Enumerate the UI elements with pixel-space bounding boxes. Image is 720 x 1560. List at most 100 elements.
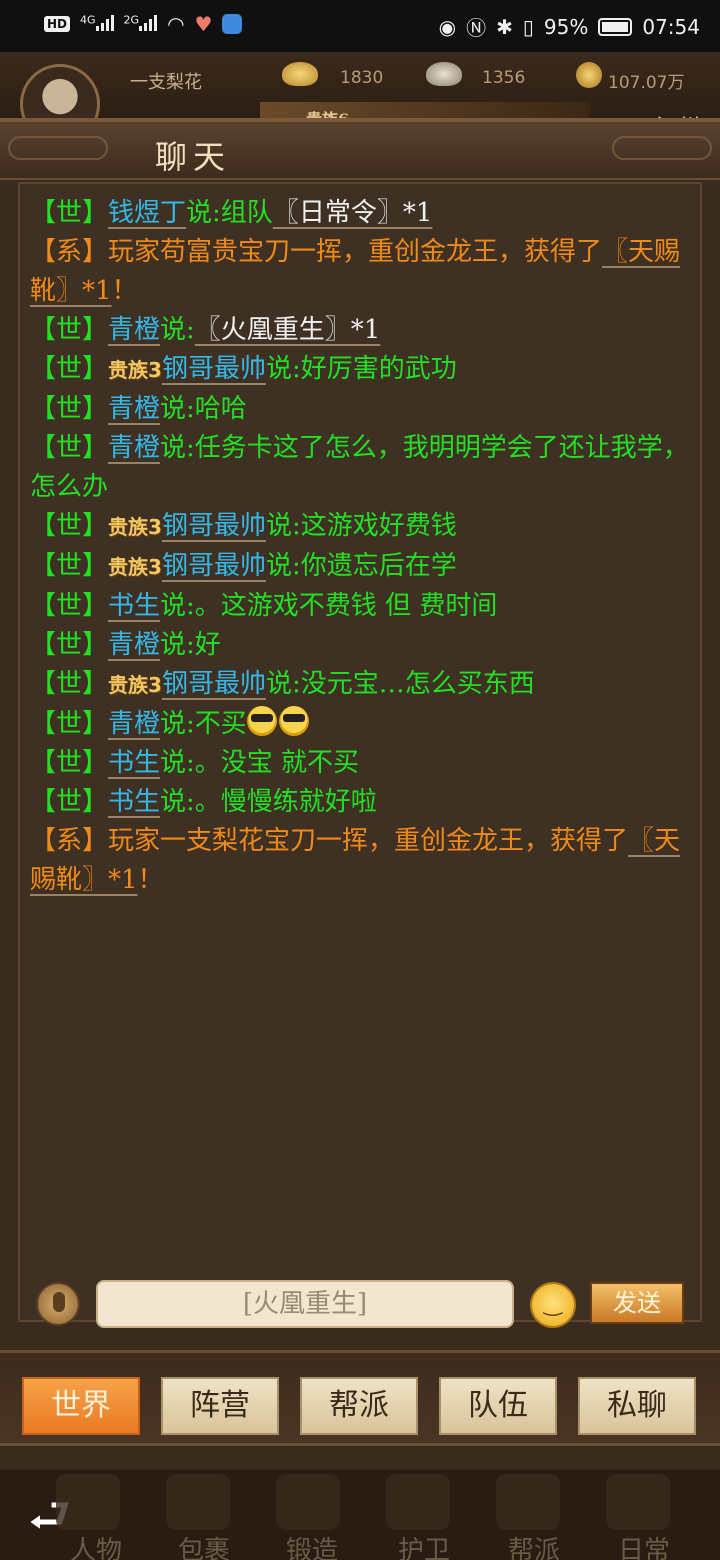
channel-tag: 【世】	[30, 354, 109, 384]
sunglasses-emoji-icon	[246, 706, 277, 736]
player-name-link[interactable]: 钢哥最帅	[162, 551, 266, 581]
bluetooth-icon: ✱	[496, 14, 513, 39]
gold-ingot-count: 1830	[340, 68, 384, 88]
guard-icon	[386, 1474, 450, 1530]
player-name-link[interactable]: 书生	[108, 748, 160, 778]
chat-message: 【系】玩家苟富贵宝刀一挥，重创金龙王，获得了〖天赐靴〗*1！	[30, 233, 690, 311]
player-name-link[interactable]: 钢哥最帅	[162, 354, 266, 384]
page-title: 聊天	[155, 138, 232, 176]
chat-message: 【世】书生说:。没宝 就不买	[30, 744, 690, 783]
silver-ingot-count: 1356	[482, 68, 526, 88]
said-label: 说:	[160, 394, 195, 424]
nav-forge[interactable]: 锻造	[286, 1530, 338, 1560]
said-label: 说:	[265, 669, 301, 699]
player-name-link[interactable]: 书生	[108, 591, 160, 621]
message-text: 玩家苟富贵宝刀一挥，重创金龙王，获得了	[108, 237, 603, 267]
tab-world[interactable]: 世界	[22, 1377, 140, 1435]
said-label: 说:	[160, 630, 195, 660]
chat-log[interactable]: 【世】钱煜丁说:组队〖日常令〗*1 【系】玩家苟富贵宝刀一挥，重创金龙王，获得了〖…	[18, 182, 702, 1322]
tab-camp[interactable]: 阵营	[161, 1377, 279, 1435]
chat-input[interactable]: [火凰重生]	[96, 1280, 514, 1328]
chat-panel: 聊天 【世】钱煜丁说:组队〖日常令〗*1 【系】玩家苟富贵宝刀一挥，重创金龙王，获…	[0, 118, 720, 1470]
tab-guild[interactable]: 帮派	[300, 1377, 418, 1435]
silver-ingot-icon	[426, 62, 462, 86]
chat-message: 【世】贵族3钢哥最帅说:没元宝…怎么买东西	[30, 665, 690, 705]
noble-badge: 贵族3	[108, 555, 162, 579]
app-notification-icon	[222, 14, 243, 34]
battery-icon	[598, 17, 633, 36]
chat-message: 【世】贵族3钢哥最帅说:你遗忘后在学	[30, 547, 690, 587]
chat-message: 【世】书生说:。慢慢练就好啦	[30, 783, 690, 822]
player-name-link[interactable]: 青橙	[108, 630, 160, 660]
player-name: 一支梨花	[130, 72, 202, 93]
message-text: 没元宝…怎么买东西	[300, 669, 535, 699]
message-tail: ！	[111, 276, 138, 306]
player-name-link[interactable]: 青橙	[108, 433, 160, 463]
said-label: 说:	[160, 787, 195, 817]
chat-message: 【系】玩家一支梨花宝刀一挥，重创金龙王，获得了〖天赐靴〗*1！	[30, 822, 690, 900]
eye-icon: ◉	[438, 14, 457, 39]
input-row: [火凰重生] 发送	[0, 1270, 720, 1340]
channel-tag: 【系】	[30, 237, 109, 267]
daily-icon	[606, 1474, 670, 1530]
message-tail: ！	[137, 865, 164, 895]
said-label: 说:	[160, 709, 195, 739]
ornament-left	[8, 136, 108, 160]
chat-message: 【世】青橙说:哈哈	[30, 390, 690, 429]
chat-message: 【世】青橙说:〖火凰重生〗*1	[30, 311, 690, 350]
nav-daily[interactable]: 日常	[618, 1530, 670, 1560]
item-link[interactable]: 〖日常令〗*1	[273, 198, 433, 228]
player-name-link[interactable]: 书生	[108, 787, 160, 817]
character-icon	[56, 1474, 120, 1530]
nav-bag[interactable]: 包裹	[178, 1530, 230, 1560]
nav-guild[interactable]: 帮派	[508, 1530, 560, 1560]
channel-tabs: 世界 阵营 帮派 队伍 私聊	[0, 1350, 720, 1446]
nav-guard[interactable]: 护卫	[398, 1530, 450, 1560]
bottom-nav: 人物 包裹 锻造 护卫 帮派 日常	[0, 1470, 720, 1560]
message-text: 玩家一支梨花宝刀一挥，重创金龙王，获得了	[108, 826, 629, 856]
player-name-link[interactable]: 青橙	[108, 315, 160, 345]
gold-ingot-icon	[282, 62, 318, 86]
chat-message: 【世】钱煜丁说:组队〖日常令〗*1	[30, 194, 690, 233]
send-button[interactable]: 发送	[590, 1282, 684, 1324]
chat-message: 【世】贵族3钢哥最帅说:好厉害的武功	[30, 350, 690, 390]
message-text: 你遗忘后在学	[300, 551, 457, 581]
said-label: 说:	[160, 591, 195, 621]
player-name-link[interactable]: 钢哥最帅	[162, 669, 266, 699]
wifi-icon: ◠	[167, 12, 185, 36]
player-name-link[interactable]: 钱煜丁	[108, 198, 186, 228]
said-label: 说:	[160, 433, 195, 463]
sunglasses-emoji-icon	[278, 706, 309, 736]
channel-tag: 【世】	[30, 669, 109, 699]
channel-tag: 【世】	[30, 630, 109, 660]
noble-badge: 贵族3	[108, 515, 162, 539]
noble-badge: 贵族3	[108, 358, 162, 382]
player-name-link[interactable]: 青橙	[108, 394, 160, 424]
player-name-link[interactable]: 青橙	[108, 709, 160, 739]
chat-message: 【世】书生说:。这游戏不费钱 但 费时间	[30, 587, 690, 626]
message-text: 好	[194, 630, 221, 660]
channel-tag: 【世】	[30, 198, 109, 228]
status-bar: HD 4G 2G ◠ ♥ ◉ Ⓝ ✱ ▯ 95% 07:54	[0, 0, 720, 52]
nav-character[interactable]: 人物	[70, 1530, 122, 1560]
tab-team[interactable]: 队伍	[439, 1377, 557, 1435]
item-link[interactable]: 〖火凰重生〗*1	[195, 315, 381, 345]
chat-message: 【世】青橙说:好	[30, 626, 690, 665]
nfc-icon: Ⓝ	[466, 16, 487, 40]
hd-badge: HD	[44, 16, 71, 32]
guild-icon	[496, 1474, 560, 1530]
said-label: 说:	[186, 198, 221, 228]
vibrate-icon: ▯	[522, 14, 534, 39]
voice-button[interactable]	[36, 1282, 80, 1326]
channel-tag: 【世】	[30, 709, 109, 739]
message-text: 。慢慢练就好啦	[194, 787, 377, 817]
emoji-button[interactable]	[530, 1282, 576, 1328]
tab-private[interactable]: 私聊	[578, 1377, 696, 1435]
chat-message: 【世】青橙说:不买	[30, 705, 690, 744]
chat-titlebar: 聊天	[0, 122, 720, 180]
player-name-link[interactable]: 钢哥最帅	[162, 511, 266, 541]
coin-icon	[576, 62, 602, 88]
coin-count: 107.07万	[608, 73, 685, 93]
message-text: 不买	[194, 709, 247, 739]
said-label: 说:	[160, 748, 195, 778]
